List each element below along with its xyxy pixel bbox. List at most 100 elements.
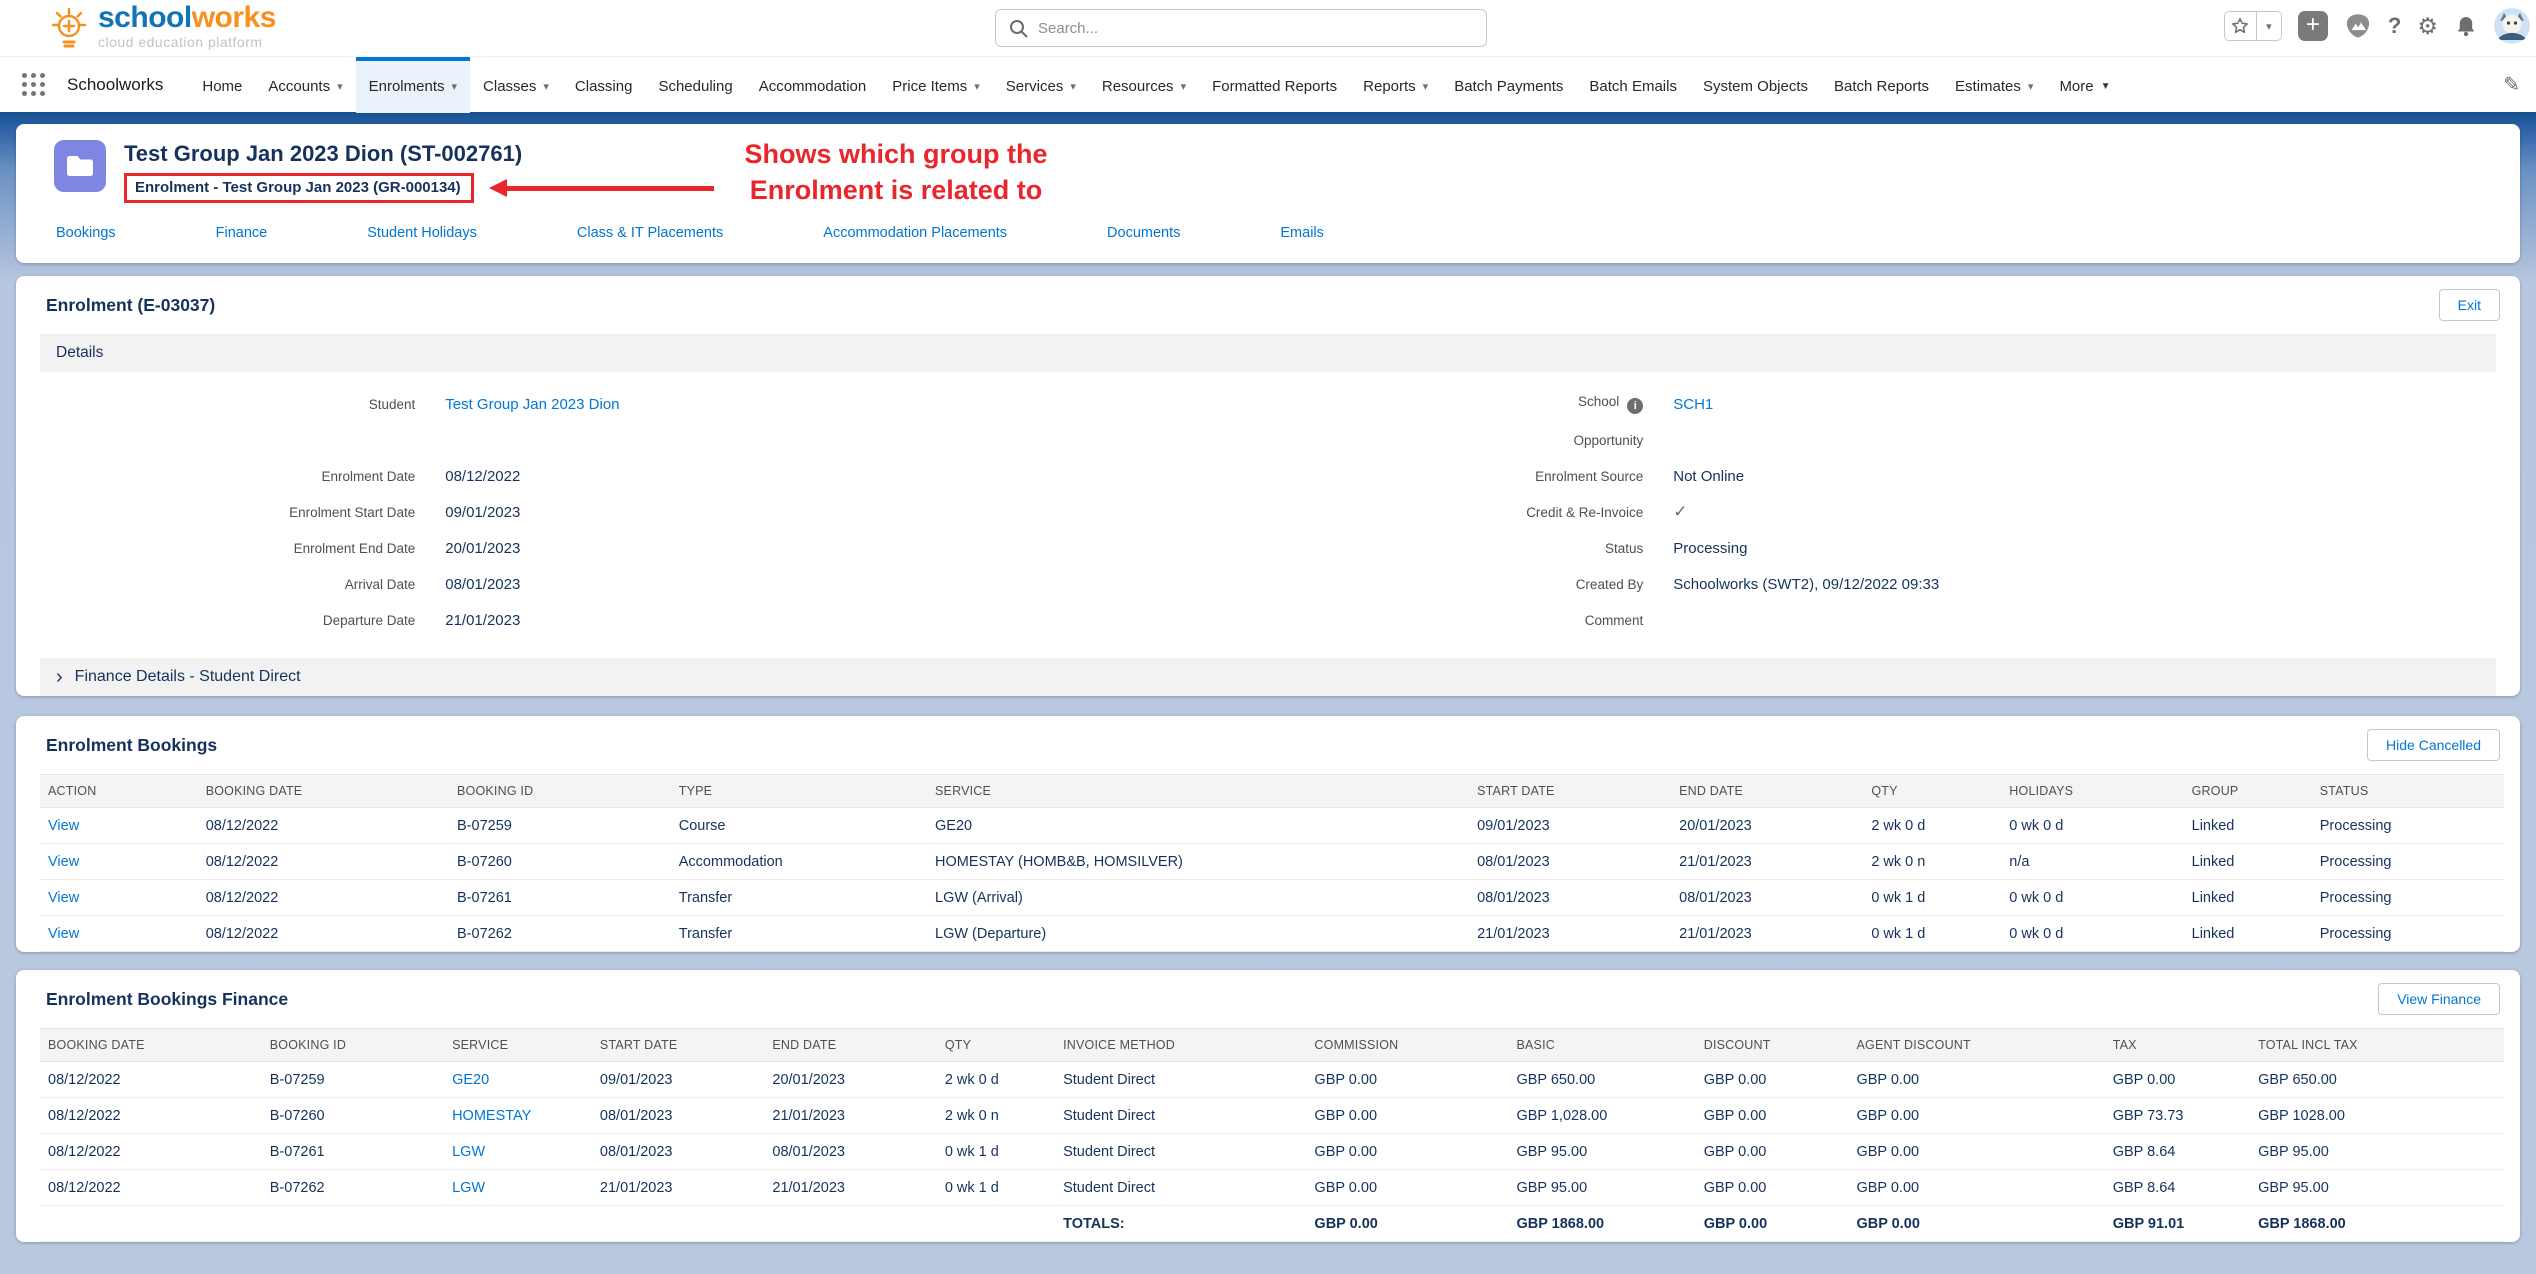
nav-item-reports[interactable]: Reports▾ xyxy=(1350,57,1441,113)
favorites-button[interactable]: ▾ xyxy=(2224,11,2282,41)
field-label-opportunity: Opportunity xyxy=(1268,433,1673,448)
nav-item-label: More xyxy=(2059,78,2093,95)
nav-item-resources[interactable]: Resources▾ xyxy=(1089,57,1199,113)
column-header-qty: QTY xyxy=(1863,775,2001,808)
field-value-created-by: Schoolworks (SWT2), 09/12/2022 09:33 xyxy=(1673,576,1939,593)
chevron-down-icon: ▾ xyxy=(452,80,458,93)
field-spacer xyxy=(40,422,1268,458)
edit-nav-pencil-icon[interactable]: ✎ xyxy=(2503,72,2522,97)
cell-link-view[interactable]: View xyxy=(48,926,79,942)
record-tab-accommodation-placements[interactable]: Accommodation Placements xyxy=(823,225,1007,241)
exit-button[interactable]: Exit xyxy=(2439,289,2500,321)
cell-basic: GBP 95.00 xyxy=(1508,1134,1695,1170)
cell-link-view[interactable]: View xyxy=(48,818,79,834)
cell-service: HOMESTAY (HOMB&B, HOMSILVER) xyxy=(927,844,1469,880)
nav-item-services[interactable]: Services▾ xyxy=(993,57,1089,113)
nav-item-home[interactable]: Home xyxy=(189,57,255,113)
cell-qty: 2 wk 0 d xyxy=(937,1062,1055,1098)
nav-item-batch-emails[interactable]: Batch Emails xyxy=(1576,57,1690,113)
trailhead-icon[interactable] xyxy=(2344,13,2372,39)
finance-details-toggle[interactable]: › Finance Details - Student Direct xyxy=(40,658,2496,696)
star-icon[interactable] xyxy=(2225,12,2257,40)
view-finance-button[interactable]: View Finance xyxy=(2378,983,2500,1015)
field-label-enrolment-end-date: Enrolment End Date xyxy=(40,541,445,556)
app-launcher-waffle-icon[interactable] xyxy=(22,73,45,96)
cell-action: View xyxy=(40,808,198,844)
cell-link-lgw[interactable]: LGW xyxy=(452,1180,485,1196)
help-icon[interactable]: ? xyxy=(2388,11,2401,41)
totals-cell-invoice-method: TOTALS: xyxy=(1055,1206,1306,1242)
nav-item-label: Formatted Reports xyxy=(1212,78,1337,95)
nav-item-label: Classes xyxy=(483,78,536,95)
field-enrolment-start-date: Enrolment Start Date09/01/2023 xyxy=(40,494,1268,530)
cell-start-date: 08/01/2023 xyxy=(592,1098,764,1134)
info-icon[interactable]: i xyxy=(1627,398,1643,414)
field-value-student[interactable]: Test Group Jan 2023 Dion xyxy=(445,396,619,413)
field-value-credit-re-invoice: ✓ xyxy=(1673,502,1687,522)
cell-qty: 0 wk 1 d xyxy=(937,1134,1055,1170)
cell-link-view[interactable]: View xyxy=(48,854,79,870)
field-school: SchooliSCH1 xyxy=(1268,386,2496,422)
nav-item-scheduling[interactable]: Scheduling xyxy=(645,57,745,113)
table-row: View08/12/2022B-07261TransferLGW (Arriva… xyxy=(40,880,2504,916)
global-actions-plus-icon[interactable]: + xyxy=(2298,11,2328,41)
nav-item-label: Resources xyxy=(1102,78,1174,95)
nav-item-enrolments[interactable]: Enrolments▾ xyxy=(356,57,470,113)
cell-link-homestay[interactable]: HOMESTAY xyxy=(452,1108,531,1124)
setup-gear-icon[interactable]: ⚙ xyxy=(2417,11,2438,41)
nav-item-batch-payments[interactable]: Batch Payments xyxy=(1441,57,1576,113)
field-value-status: Processing xyxy=(1673,540,1747,557)
table-row: View08/12/2022B-07259CourseGE2009/01/202… xyxy=(40,808,2504,844)
nav-item-system-objects[interactable]: System Objects xyxy=(1690,57,1821,113)
nav-item-classes[interactable]: Classes▾ xyxy=(470,57,562,113)
record-tab-finance[interactable]: Finance xyxy=(216,225,268,241)
nav-item-accounts[interactable]: Accounts▾ xyxy=(255,57,355,113)
bookings-table: ACTIONBOOKING DATEBOOKING IDTYPESERVICES… xyxy=(40,774,2504,952)
details-fields: StudentTest Group Jan 2023 Dion Enrolment… xyxy=(16,372,2520,646)
cell-total-incl-tax: GBP 650.00 xyxy=(2250,1062,2504,1098)
nav-item-accommodation[interactable]: Accommodation xyxy=(746,57,880,113)
cell-holidays: n/a xyxy=(2001,844,2183,880)
cell-total-incl-tax: GBP 1028.00 xyxy=(2250,1098,2504,1134)
nav-item-estimates[interactable]: Estimates▾ xyxy=(1942,57,2046,113)
nav-item-price-items[interactable]: Price Items▾ xyxy=(879,57,993,113)
column-header-commission: COMMISSION xyxy=(1306,1029,1508,1062)
cell-commission: GBP 0.00 xyxy=(1306,1134,1508,1170)
cell-qty: 0 wk 1 d xyxy=(937,1170,1055,1206)
cell-type: Transfer xyxy=(671,880,927,916)
field-student: StudentTest Group Jan 2023 Dion xyxy=(40,386,1268,422)
cell-invoice-method: Student Direct xyxy=(1055,1062,1306,1098)
nav-item-label: System Objects xyxy=(1703,78,1808,95)
record-tab-student-holidays[interactable]: Student Holidays xyxy=(367,225,477,241)
enrolment-bookings-card: Enrolment Bookings Hide Cancelled ACTION… xyxy=(16,716,2520,952)
cell-start-date: 09/01/2023 xyxy=(592,1062,764,1098)
notifications-bell-icon[interactable] xyxy=(2454,14,2478,38)
record-tab-emails[interactable]: Emails xyxy=(1280,225,1324,241)
favorites-dropdown-icon[interactable]: ▾ xyxy=(2257,12,2281,40)
cell-link-view[interactable]: View xyxy=(48,890,79,906)
nav-item-formatted-reports[interactable]: Formatted Reports xyxy=(1199,57,1350,113)
global-search xyxy=(995,9,1487,47)
finance-table: BOOKING DATEBOOKING IDSERVICESTART DATEE… xyxy=(40,1028,2504,1242)
field-value-school[interactable]: SCH1 xyxy=(1673,396,1713,413)
column-header-total-incl-tax: TOTAL INCL TAX xyxy=(2250,1029,2504,1062)
record-tab-documents[interactable]: Documents xyxy=(1107,225,1180,241)
hide-cancelled-button[interactable]: Hide Cancelled xyxy=(2367,729,2500,761)
totals-cell-total-incl-tax: GBP 1868.00 xyxy=(2250,1206,2504,1242)
record-tab-class-it-placements[interactable]: Class & IT Placements xyxy=(577,225,723,241)
cell-booking-date: 08/12/2022 xyxy=(40,1134,262,1170)
schoolworks-logo: schoolworks cloud education platform xyxy=(48,3,276,51)
user-avatar[interactable] xyxy=(2494,8,2530,44)
nav-item-more[interactable]: More▼ xyxy=(2046,57,2123,113)
cell-booking-id: B-07262 xyxy=(449,916,671,952)
nav-item-batch-reports[interactable]: Batch Reports xyxy=(1821,57,1942,113)
column-header-end-date: END DATE xyxy=(1671,775,1863,808)
nav-item-classing[interactable]: Classing xyxy=(562,57,646,113)
cell-link-lgw[interactable]: LGW xyxy=(452,1144,485,1160)
search-input[interactable] xyxy=(995,9,1487,47)
record-subtitle-group-link[interactable]: Enrolment - Test Group Jan 2023 (GR-0001… xyxy=(124,173,474,203)
column-header-booking-date: BOOKING DATE xyxy=(198,775,449,808)
record-tab-bookings[interactable]: Bookings xyxy=(56,225,116,241)
cell-link-ge20[interactable]: GE20 xyxy=(452,1072,489,1088)
details-fields-right: SchooliSCH1OpportunityEnrolment SourceNo… xyxy=(1268,386,2496,638)
